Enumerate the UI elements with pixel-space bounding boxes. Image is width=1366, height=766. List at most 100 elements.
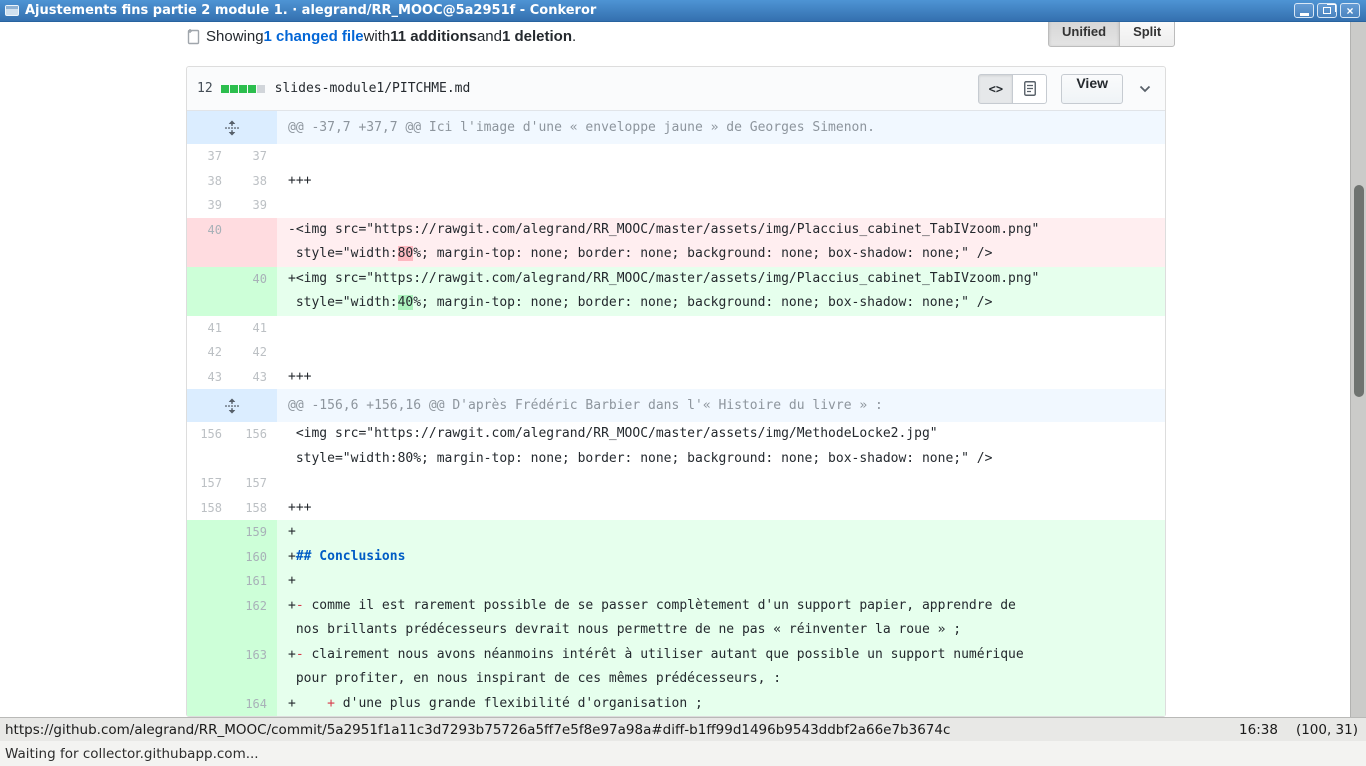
maximize-button[interactable] xyxy=(1317,3,1337,18)
diffstat-block-add xyxy=(230,85,238,93)
hunk-header-row: @@ -37,7 +37,7 @@ Ici l'image d'une « en… xyxy=(187,111,1165,144)
file-menu-chevron[interactable] xyxy=(1139,85,1151,93)
scrollbar-thumb[interactable] xyxy=(1354,185,1364,397)
code-line: +++ xyxy=(277,496,1165,521)
browser-viewport: Showing 1 changed file with 11 additions… xyxy=(0,22,1366,717)
code-line xyxy=(277,471,1165,496)
file-header: 12 slides-module1/PITCHME.md <> View xyxy=(187,67,1165,111)
line-number-new[interactable]: 40 xyxy=(232,267,277,316)
minimize-button[interactable] xyxy=(1294,3,1314,18)
diff-summary: Showing 1 changed file with 11 additions… xyxy=(186,24,576,48)
diff-row: 3737 xyxy=(187,144,1165,169)
line-number-old[interactable]: 41 xyxy=(187,316,232,341)
line-number-old[interactable]: 37 xyxy=(187,144,232,169)
diff-row: 163+- clairement nous avons néanmoins in… xyxy=(187,643,1165,692)
file-diff-icon xyxy=(186,28,201,45)
status-url: https://github.com/alegrand/RR_MOOC/comm… xyxy=(5,722,950,738)
window-icon xyxy=(5,5,19,16)
rich-diff-button[interactable] xyxy=(1012,74,1047,104)
close-icon: × xyxy=(1346,4,1353,18)
line-number-old[interactable] xyxy=(187,569,232,594)
line-number-new[interactable] xyxy=(232,218,277,267)
diff-row: 156156 <img src="https://rawgit.com/aleg… xyxy=(187,422,1165,471)
line-number-new[interactable]: 38 xyxy=(232,169,277,194)
diff-row: 162+- comme il est rarement possible de … xyxy=(187,594,1165,643)
diffstat-count: 12 xyxy=(197,81,213,96)
line-number-old[interactable] xyxy=(187,643,232,692)
diff-row: 164+ + d'une plus grande flexibilité d'o… xyxy=(187,692,1165,717)
close-button[interactable]: × xyxy=(1340,3,1360,18)
minimize-icon xyxy=(1300,13,1309,16)
diff-view-toggle: Unified Split xyxy=(1048,22,1175,47)
line-number-old[interactable]: 40 xyxy=(187,218,232,267)
line-number-new[interactable]: 164 xyxy=(232,692,277,717)
diff-row: 159+ xyxy=(187,520,1165,545)
diffstat-block-add xyxy=(239,85,247,93)
unified-button[interactable]: Unified xyxy=(1048,22,1120,47)
line-number-new[interactable]: 37 xyxy=(232,144,277,169)
changed-files-link[interactable]: 1 changed file xyxy=(264,28,364,45)
window-title: Ajustements fins partie 2 module 1. · al… xyxy=(25,3,596,18)
source-diff-button[interactable]: <> xyxy=(978,74,1013,104)
additions-count: 11 additions xyxy=(390,28,477,45)
line-number-old[interactable] xyxy=(187,520,232,545)
line-number-new[interactable]: 42 xyxy=(232,340,277,365)
line-number-new[interactable]: 41 xyxy=(232,316,277,341)
code-line xyxy=(277,144,1165,169)
line-number-new[interactable]: 159 xyxy=(232,520,277,545)
line-number-old[interactable] xyxy=(187,267,232,316)
line-number-old[interactable]: 43 xyxy=(187,365,232,390)
summary-mid: with xyxy=(364,28,391,45)
unfold-icon xyxy=(224,398,240,414)
code-line xyxy=(277,340,1165,365)
line-number-old[interactable] xyxy=(187,692,232,717)
hunk-header-text: @@ -156,6 +156,16 @@ D'après Frédéric Ba… xyxy=(277,389,1165,422)
diff-row: 40+<img src="https://rawgit.com/alegrand… xyxy=(187,267,1165,316)
status-bar: https://github.com/alegrand/RR_MOOC/comm… xyxy=(0,717,1366,741)
minibuffer-message: Waiting for collector.githubapp.com... xyxy=(5,746,259,762)
line-number-new[interactable]: 163 xyxy=(232,643,277,692)
view-button[interactable]: View xyxy=(1061,74,1123,104)
split-button[interactable]: Split xyxy=(1119,22,1175,47)
line-number-new[interactable]: 160 xyxy=(232,545,277,570)
line-number-old[interactable]: 158 xyxy=(187,496,232,521)
line-number-new[interactable]: 39 xyxy=(232,193,277,218)
line-number-old[interactable]: 156 xyxy=(187,422,232,471)
expand-hunk-button[interactable] xyxy=(187,389,277,422)
unfold-icon xyxy=(224,120,240,136)
file-name-link[interactable]: slides-module1/PITCHME.md xyxy=(275,81,471,96)
diff-row: 4343+++ xyxy=(187,365,1165,390)
line-number-old[interactable]: 39 xyxy=(187,193,232,218)
diffstat-block-neutral xyxy=(257,85,265,93)
diff-mode-group: <> xyxy=(978,74,1047,104)
minibuffer: Waiting for collector.githubapp.com... xyxy=(0,741,1366,766)
line-number-new[interactable]: 157 xyxy=(232,471,277,496)
code-line: + + d'une plus grande flexibilité d'orga… xyxy=(277,692,1165,717)
titlebar: Ajustements fins partie 2 module 1. · al… xyxy=(0,0,1366,22)
diffstat-block-add xyxy=(248,85,256,93)
hunk-header-text: @@ -37,7 +37,7 @@ Ici l'image d'une « en… xyxy=(277,111,1165,144)
line-number-new[interactable]: 161 xyxy=(232,569,277,594)
line-number-old[interactable] xyxy=(187,545,232,570)
line-number-new[interactable]: 156 xyxy=(232,422,277,471)
line-number-new[interactable]: 158 xyxy=(232,496,277,521)
diff-row: 158158+++ xyxy=(187,496,1165,521)
summary-and: and xyxy=(477,28,502,45)
expand-hunk-button[interactable] xyxy=(187,111,277,144)
line-number-old[interactable]: 38 xyxy=(187,169,232,194)
line-number-new[interactable]: 162 xyxy=(232,594,277,643)
status-clock: 16:38 xyxy=(1239,722,1278,738)
line-number-old[interactable] xyxy=(187,594,232,643)
line-number-old[interactable]: 42 xyxy=(187,340,232,365)
hunk-header-row: @@ -156,6 +156,16 @@ D'après Frédéric Ba… xyxy=(187,389,1165,422)
scrollbar-track[interactable] xyxy=(1350,22,1366,717)
line-number-new[interactable]: 43 xyxy=(232,365,277,390)
diff-row: 4242 xyxy=(187,340,1165,365)
code-line xyxy=(277,316,1165,341)
diffstat-block-add xyxy=(221,85,229,93)
chevron-down-icon xyxy=(1139,85,1151,93)
line-number-old[interactable]: 157 xyxy=(187,471,232,496)
code-line: <img src="https://rawgit.com/alegrand/RR… xyxy=(277,422,1165,471)
diff-row: 3838+++ xyxy=(187,169,1165,194)
deletions-count: 1 deletion xyxy=(502,28,572,45)
